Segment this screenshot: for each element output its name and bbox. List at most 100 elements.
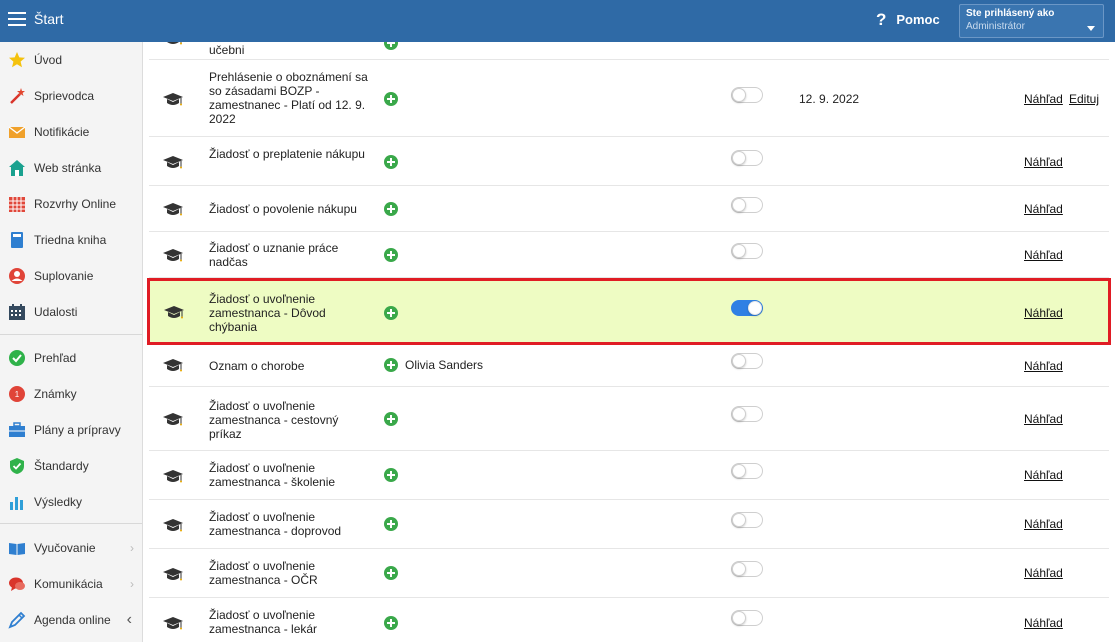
check-circle-icon bbox=[8, 349, 26, 367]
publish-toggle[interactable] bbox=[731, 463, 763, 479]
table-row: Oznam o chorobe Olivia Sanders Náhľad bbox=[149, 345, 1109, 387]
add-icon[interactable] bbox=[384, 42, 398, 50]
sidebar-item-komunikacia[interactable]: Komunikácia › bbox=[0, 570, 142, 598]
preview-link[interactable]: Náhľad bbox=[1024, 155, 1063, 169]
publish-toggle[interactable] bbox=[731, 610, 763, 626]
sidebar-item-web-stranka[interactable]: Web stránka bbox=[0, 154, 142, 182]
add-icon[interactable] bbox=[384, 616, 398, 630]
publish-toggle[interactable] bbox=[731, 353, 763, 369]
preview-link[interactable]: Náhľad bbox=[1024, 306, 1063, 320]
assignee-name: Olivia Sanders bbox=[405, 358, 484, 372]
sidebar-item-triedna-kniha[interactable]: Triedna kniha bbox=[0, 226, 142, 254]
sidebar-item-suplovanie[interactable]: Suplovanie bbox=[0, 262, 142, 290]
graduation-cap-icon bbox=[163, 249, 183, 263]
add-icon[interactable] bbox=[384, 566, 398, 580]
add-icon[interactable] bbox=[384, 468, 398, 482]
table-row: učebni bbox=[149, 42, 1109, 60]
table-row: Žiadosť o uznanie práce nadčas Náhľad bbox=[149, 232, 1109, 278]
preview-link[interactable]: Náhľad bbox=[1024, 412, 1063, 426]
sidebar: Úvod Sprievodca Notifikácie Web stránka … bbox=[0, 42, 143, 642]
book-icon bbox=[8, 231, 26, 249]
help-button[interactable]: ? Pomoc bbox=[876, 11, 940, 28]
sidebar-item-rozvrhy-online[interactable]: Rozvrhy Online bbox=[0, 190, 142, 218]
pen-icon bbox=[8, 611, 26, 629]
help-icon: ? bbox=[876, 10, 887, 29]
table-row: Žiadosť o uvoľnenie zamestnanca - cestov… bbox=[149, 387, 1109, 451]
publish-toggle[interactable] bbox=[731, 243, 763, 259]
add-icon[interactable] bbox=[384, 202, 398, 216]
sidebar-item-znamky[interactable]: 1 Známky bbox=[0, 380, 142, 408]
add-icon[interactable] bbox=[384, 248, 398, 262]
briefcase-icon bbox=[8, 421, 26, 439]
svg-text:1: 1 bbox=[15, 390, 20, 399]
preview-link[interactable]: Náhľad bbox=[1024, 566, 1063, 580]
publish-toggle[interactable] bbox=[731, 150, 763, 166]
star-icon bbox=[8, 51, 26, 69]
envelope-icon bbox=[8, 123, 26, 141]
row-name: Oznam o chorobe bbox=[209, 359, 305, 373]
hamburger-menu-icon[interactable] bbox=[8, 12, 26, 26]
add-icon[interactable] bbox=[384, 92, 398, 106]
publish-toggle[interactable] bbox=[731, 197, 763, 213]
row-name: učebni bbox=[209, 43, 245, 57]
sidebar-item-agenda-online[interactable]: Agenda online ‹ bbox=[0, 606, 142, 634]
sidebar-item-vyucovanie[interactable]: Vyučovanie › bbox=[0, 534, 142, 562]
open-book-icon bbox=[8, 539, 26, 557]
collapse-sidebar-icon[interactable]: ‹ bbox=[127, 611, 132, 629]
sidebar-divider bbox=[0, 334, 142, 335]
preview-link[interactable]: Náhľad bbox=[1024, 517, 1063, 531]
graduation-cap-icon bbox=[163, 617, 183, 631]
user-dropdown[interactable]: Ste prihlásený ako Administrátor bbox=[959, 4, 1104, 38]
sidebar-item-vysledky[interactable]: Výsledky bbox=[0, 488, 142, 516]
app-title[interactable]: Štart bbox=[34, 11, 64, 27]
top-bar: Štart ? Pomoc Ste prihlásený ako Adminis… bbox=[0, 0, 1115, 42]
graduation-cap-icon bbox=[163, 470, 183, 484]
shield-check-icon bbox=[8, 457, 26, 475]
publish-toggle[interactable] bbox=[731, 87, 763, 103]
table-row: Žiadosť o povolenie nákupu Náhľad bbox=[149, 186, 1109, 232]
table-row: Prehlásenie o oboznámení sa so zásadami … bbox=[149, 60, 1109, 137]
graduation-cap-icon bbox=[163, 359, 183, 373]
preview-link[interactable]: Náhľad bbox=[1024, 468, 1063, 482]
chat-icon bbox=[8, 575, 26, 593]
row-name: Žiadosť o preplatenie nákupu bbox=[209, 147, 365, 161]
add-icon[interactable] bbox=[384, 517, 398, 531]
sidebar-item-prehlad[interactable]: Prehľad bbox=[0, 344, 142, 372]
preview-link[interactable]: Náhľad bbox=[1024, 359, 1063, 373]
sidebar-divider bbox=[0, 523, 142, 524]
add-icon[interactable] bbox=[384, 155, 398, 169]
publish-toggle[interactable] bbox=[731, 300, 763, 316]
publish-toggle[interactable] bbox=[731, 406, 763, 422]
logged-in-label: Ste prihlásený ako bbox=[966, 8, 1055, 19]
table-row: Žiadosť o uvoľnenie zamestnanca - školen… bbox=[149, 451, 1109, 500]
graduation-cap-icon bbox=[163, 568, 183, 582]
sidebar-item-plany-a-pripravy[interactable]: Plány a prípravy bbox=[0, 416, 142, 444]
add-icon[interactable] bbox=[384, 358, 398, 372]
row-name: Žiadosť o uvoľnenie zamestnanca - lekár bbox=[209, 608, 318, 636]
add-icon[interactable] bbox=[384, 306, 398, 320]
sidebar-item-udalosti[interactable]: Udalosti bbox=[0, 298, 142, 326]
magic-wand-icon bbox=[8, 87, 26, 105]
preview-link[interactable]: Náhľad bbox=[1024, 92, 1063, 106]
chevron-down-icon bbox=[1087, 26, 1095, 31]
publish-toggle[interactable] bbox=[731, 512, 763, 528]
sidebar-item-sprievodca[interactable]: Sprievodca bbox=[0, 82, 142, 110]
table-row: Žiadosť o uvoľnenie zamestnanca - lekár … bbox=[149, 598, 1109, 642]
edit-link[interactable]: Edituj bbox=[1069, 92, 1099, 106]
bar-chart-icon bbox=[8, 493, 26, 511]
sidebar-item-uvod[interactable]: Úvod bbox=[0, 46, 142, 74]
chevron-right-icon: › bbox=[130, 541, 134, 555]
sidebar-item-standardy[interactable]: Štandardy bbox=[0, 452, 142, 480]
grid-calendar-icon bbox=[8, 195, 26, 213]
chevron-right-icon: › bbox=[130, 577, 134, 591]
add-icon[interactable] bbox=[384, 412, 398, 426]
sidebar-item-notifikacie[interactable]: Notifikácie bbox=[0, 118, 142, 146]
graduation-cap-icon bbox=[164, 306, 184, 320]
table-row: Žiadosť o uvoľnenie zamestnanca - OČR Ná… bbox=[149, 549, 1109, 598]
graduation-cap-icon bbox=[163, 203, 183, 217]
preview-link[interactable]: Náhľad bbox=[1024, 248, 1063, 262]
table-row-highlighted: Žiadosť o uvoľnenie zamestnanca - Dôvod … bbox=[147, 278, 1111, 345]
preview-link[interactable]: Náhľad bbox=[1024, 616, 1063, 630]
publish-toggle[interactable] bbox=[731, 561, 763, 577]
preview-link[interactable]: Náhľad bbox=[1024, 202, 1063, 216]
